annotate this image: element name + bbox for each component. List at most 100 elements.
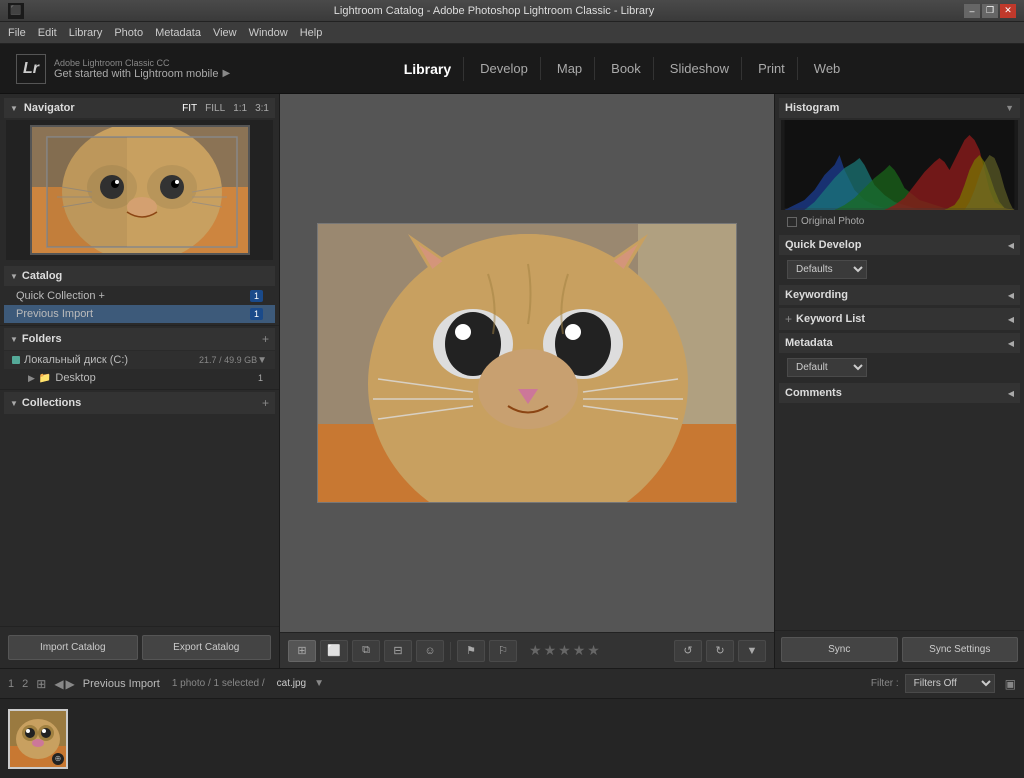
menu-window[interactable]: Window [249,27,288,39]
filmstrip-prev-arrow[interactable]: ◀ [54,677,63,691]
histogram-section: Histogram ▼ [775,94,1024,235]
star-2[interactable]: ★ [544,642,557,659]
filmstrip-bar: 1 2 ⊞ ◀ ▶ Previous Import 1 photo / 1 se… [0,668,1024,698]
filmstrip-page-2[interactable]: 2 [22,678,28,690]
original-photo-checkbox[interactable] [787,217,797,227]
survey-view-icon: ⊟ [393,644,402,657]
divider-1 [0,325,279,326]
collections-title: Collections [22,397,262,409]
star-3[interactable]: ★ [558,642,571,659]
import-catalog-button[interactable]: Import Catalog [8,635,138,660]
photo-strip: ⊕ [0,698,1024,778]
histogram-collapse-icon: ▼ [1005,103,1014,113]
collections-add-button[interactable]: + [262,396,269,410]
quick-collection-label: Quick Collection + [16,290,250,302]
filmstrip-arrows: ◀ ▶ [54,677,74,691]
quick-develop-header[interactable]: Quick Develop ◀ [779,235,1020,255]
tab-web[interactable]: Web [802,57,853,80]
quick-develop-preset-select[interactable]: Defaults [787,260,867,279]
star-5[interactable]: ★ [587,642,600,659]
star-1[interactable]: ★ [529,642,542,659]
catalog-triangle: ▼ [10,272,18,281]
keyword-list-add-button[interactable]: + [785,312,792,326]
catalog-section-header[interactable]: ▼ Catalog [4,266,275,286]
metadata-section: Metadata ◀ Default [775,333,1024,383]
photo-area [280,94,774,632]
toolbar-separator-1 [450,642,451,660]
histogram-chart [781,120,1018,210]
lr-mobile-arrow: ▶ [222,68,230,79]
survey-view-button[interactable]: ⊟ [384,640,412,662]
people-view-icon: ☺ [424,645,435,657]
zoom-fit[interactable]: FIT [182,103,197,114]
maximize-button[interactable]: ❐ [982,4,998,18]
navigator-title: Navigator [24,102,176,114]
star-4[interactable]: ★ [573,642,586,659]
minimize-button[interactable]: – [964,4,980,18]
menu-help[interactable]: Help [300,27,323,39]
unflag-button[interactable]: ⚐ [489,640,517,662]
navigator-header[interactable]: ▼ Navigator FIT FILL 1:1 3:1 [4,98,275,118]
original-photo-label: Original Photo [801,216,864,227]
rotate-right-button[interactable]: ↻ [706,640,734,662]
filmstrip-dropdown-icon[interactable]: ▼ [314,678,324,689]
tab-library[interactable]: Library [392,57,464,81]
metadata-header[interactable]: Metadata ◀ [779,333,1020,353]
folders-add-button[interactable]: + [262,332,269,346]
export-catalog-button[interactable]: Export Catalog [142,635,272,660]
filmstrip-next-arrow[interactable]: ▶ [66,677,75,691]
collections-section-header[interactable]: ▼ Collections + [4,392,275,414]
menu-metadata[interactable]: Metadata [155,27,201,39]
catalog-title: Catalog [22,270,269,282]
star-rating: ★ ★ ★ ★ ★ [529,642,600,659]
zoom-3-1[interactable]: 3:1 [255,103,269,114]
catalog-item-quick-collection[interactable]: Quick Collection + 1 [4,287,275,305]
tab-map[interactable]: Map [545,57,595,80]
filmstrip-filename: cat.jpg [277,678,306,689]
menu-edit[interactable]: Edit [38,27,57,39]
filter-section: Filter : Filters Off ▣ [871,674,1016,693]
tab-print[interactable]: Print [746,57,798,80]
filmstrip-page-1[interactable]: 1 [8,678,14,690]
lr-mobile-link[interactable]: Get started with Lightroom mobile ▶ [54,68,230,80]
metadata-preset-select[interactable]: Default [787,358,867,377]
comments-section: Comments ◀ [775,383,1024,406]
rotate-left-button[interactable]: ↺ [674,640,702,662]
compare-view-button[interactable]: ⧉ [352,640,380,662]
strip-thumbnail-1[interactable]: ⊕ [8,709,68,769]
folders-triangle: ▼ [10,335,18,344]
menu-file[interactable]: File [8,27,26,39]
filmstrip-panel-button[interactable]: ▣ [1005,677,1016,691]
histogram-header[interactable]: Histogram ▼ [779,98,1020,118]
comments-title: Comments [785,387,1008,399]
people-view-button[interactable]: ☺ [416,640,444,662]
menu-view[interactable]: View [213,27,237,39]
folders-section-header[interactable]: ▼ Folders + [4,328,275,350]
sync-settings-button[interactable]: Sync Settings [902,637,1019,662]
menu-photo[interactable]: Photo [114,27,143,39]
grid-view-button[interactable]: ⊞ [288,640,316,662]
folder-desktop-label: Desktop [55,372,258,384]
catalog-item-previous-import[interactable]: Previous Import 1 [4,305,275,323]
flag-button[interactable]: ⚑ [457,640,485,662]
sync-button[interactable]: Sync [781,637,898,662]
zoom-1-1[interactable]: 1:1 [233,103,247,114]
menu-library[interactable]: Library [69,27,103,39]
loupe-view-icon: ⬜ [327,644,341,657]
keywording-header[interactable]: Keywording ◀ [779,285,1020,305]
filter-select[interactable]: Filters Off [905,674,995,693]
tab-slideshow[interactable]: Slideshow [658,57,742,80]
folder-item-desktop[interactable]: ▶ 📁 Desktop 1 [4,369,275,387]
close-button[interactable]: ✕ [1000,4,1016,18]
folders-section: ▼ Folders + Локальный диск (C:) 21.7 / 4… [0,328,279,387]
more-options-button[interactable]: ▼ [738,640,766,662]
drive-size: 21.7 / 49.9 GB [199,355,257,365]
keyword-list-header[interactable]: + Keyword List ◀ [779,308,1020,330]
zoom-fill[interactable]: FILL [205,103,225,114]
comments-header[interactable]: Comments ◀ [779,383,1020,403]
drive-item[interactable]: Локальный диск (C:) 21.7 / 49.9 GB ▼ [4,351,275,369]
tab-develop[interactable]: Develop [468,57,541,80]
loupe-view-button[interactable]: ⬜ [320,640,348,662]
tab-book[interactable]: Book [599,57,654,80]
collections-triangle: ▼ [10,399,18,408]
